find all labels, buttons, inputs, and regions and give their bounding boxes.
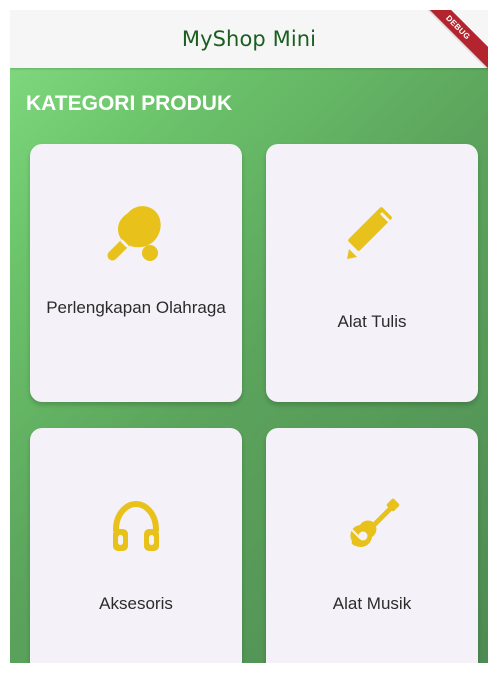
- category-label: Alat Musik: [332, 594, 412, 613]
- app-bar: MyShop Mini DEBUG: [10, 10, 488, 75]
- section-title: KATEGORI PRODUK: [26, 92, 233, 115]
- ping-pong-icon: [107, 206, 161, 261]
- app-title: MyShop Mini: [181, 27, 317, 51]
- category-label: Alat Tulis: [337, 312, 407, 331]
- category-card-accessories[interactable]: Aksesoris: [30, 428, 242, 663]
- category-card-music[interactable]: Alat Musik: [266, 428, 478, 663]
- guitar-icon: [350, 498, 400, 547]
- category-label: Perlengkapan Olahraga: [46, 298, 226, 317]
- pencil-icon: [347, 207, 392, 259]
- category-card-sports[interactable]: Perlengkapan Olahraga: [30, 144, 242, 402]
- app-frame: MyShop Mini DEBUG KATEGORI PRODUK Perlen…: [10, 10, 488, 663]
- headphones-icon: [113, 500, 159, 551]
- category-label: Aksesoris: [99, 594, 173, 613]
- category-card-stationery[interactable]: Alat Tulis: [266, 144, 478, 402]
- category-screen: KATEGORI PRODUK Perlengkapan Olahraga Al…: [10, 68, 488, 663]
